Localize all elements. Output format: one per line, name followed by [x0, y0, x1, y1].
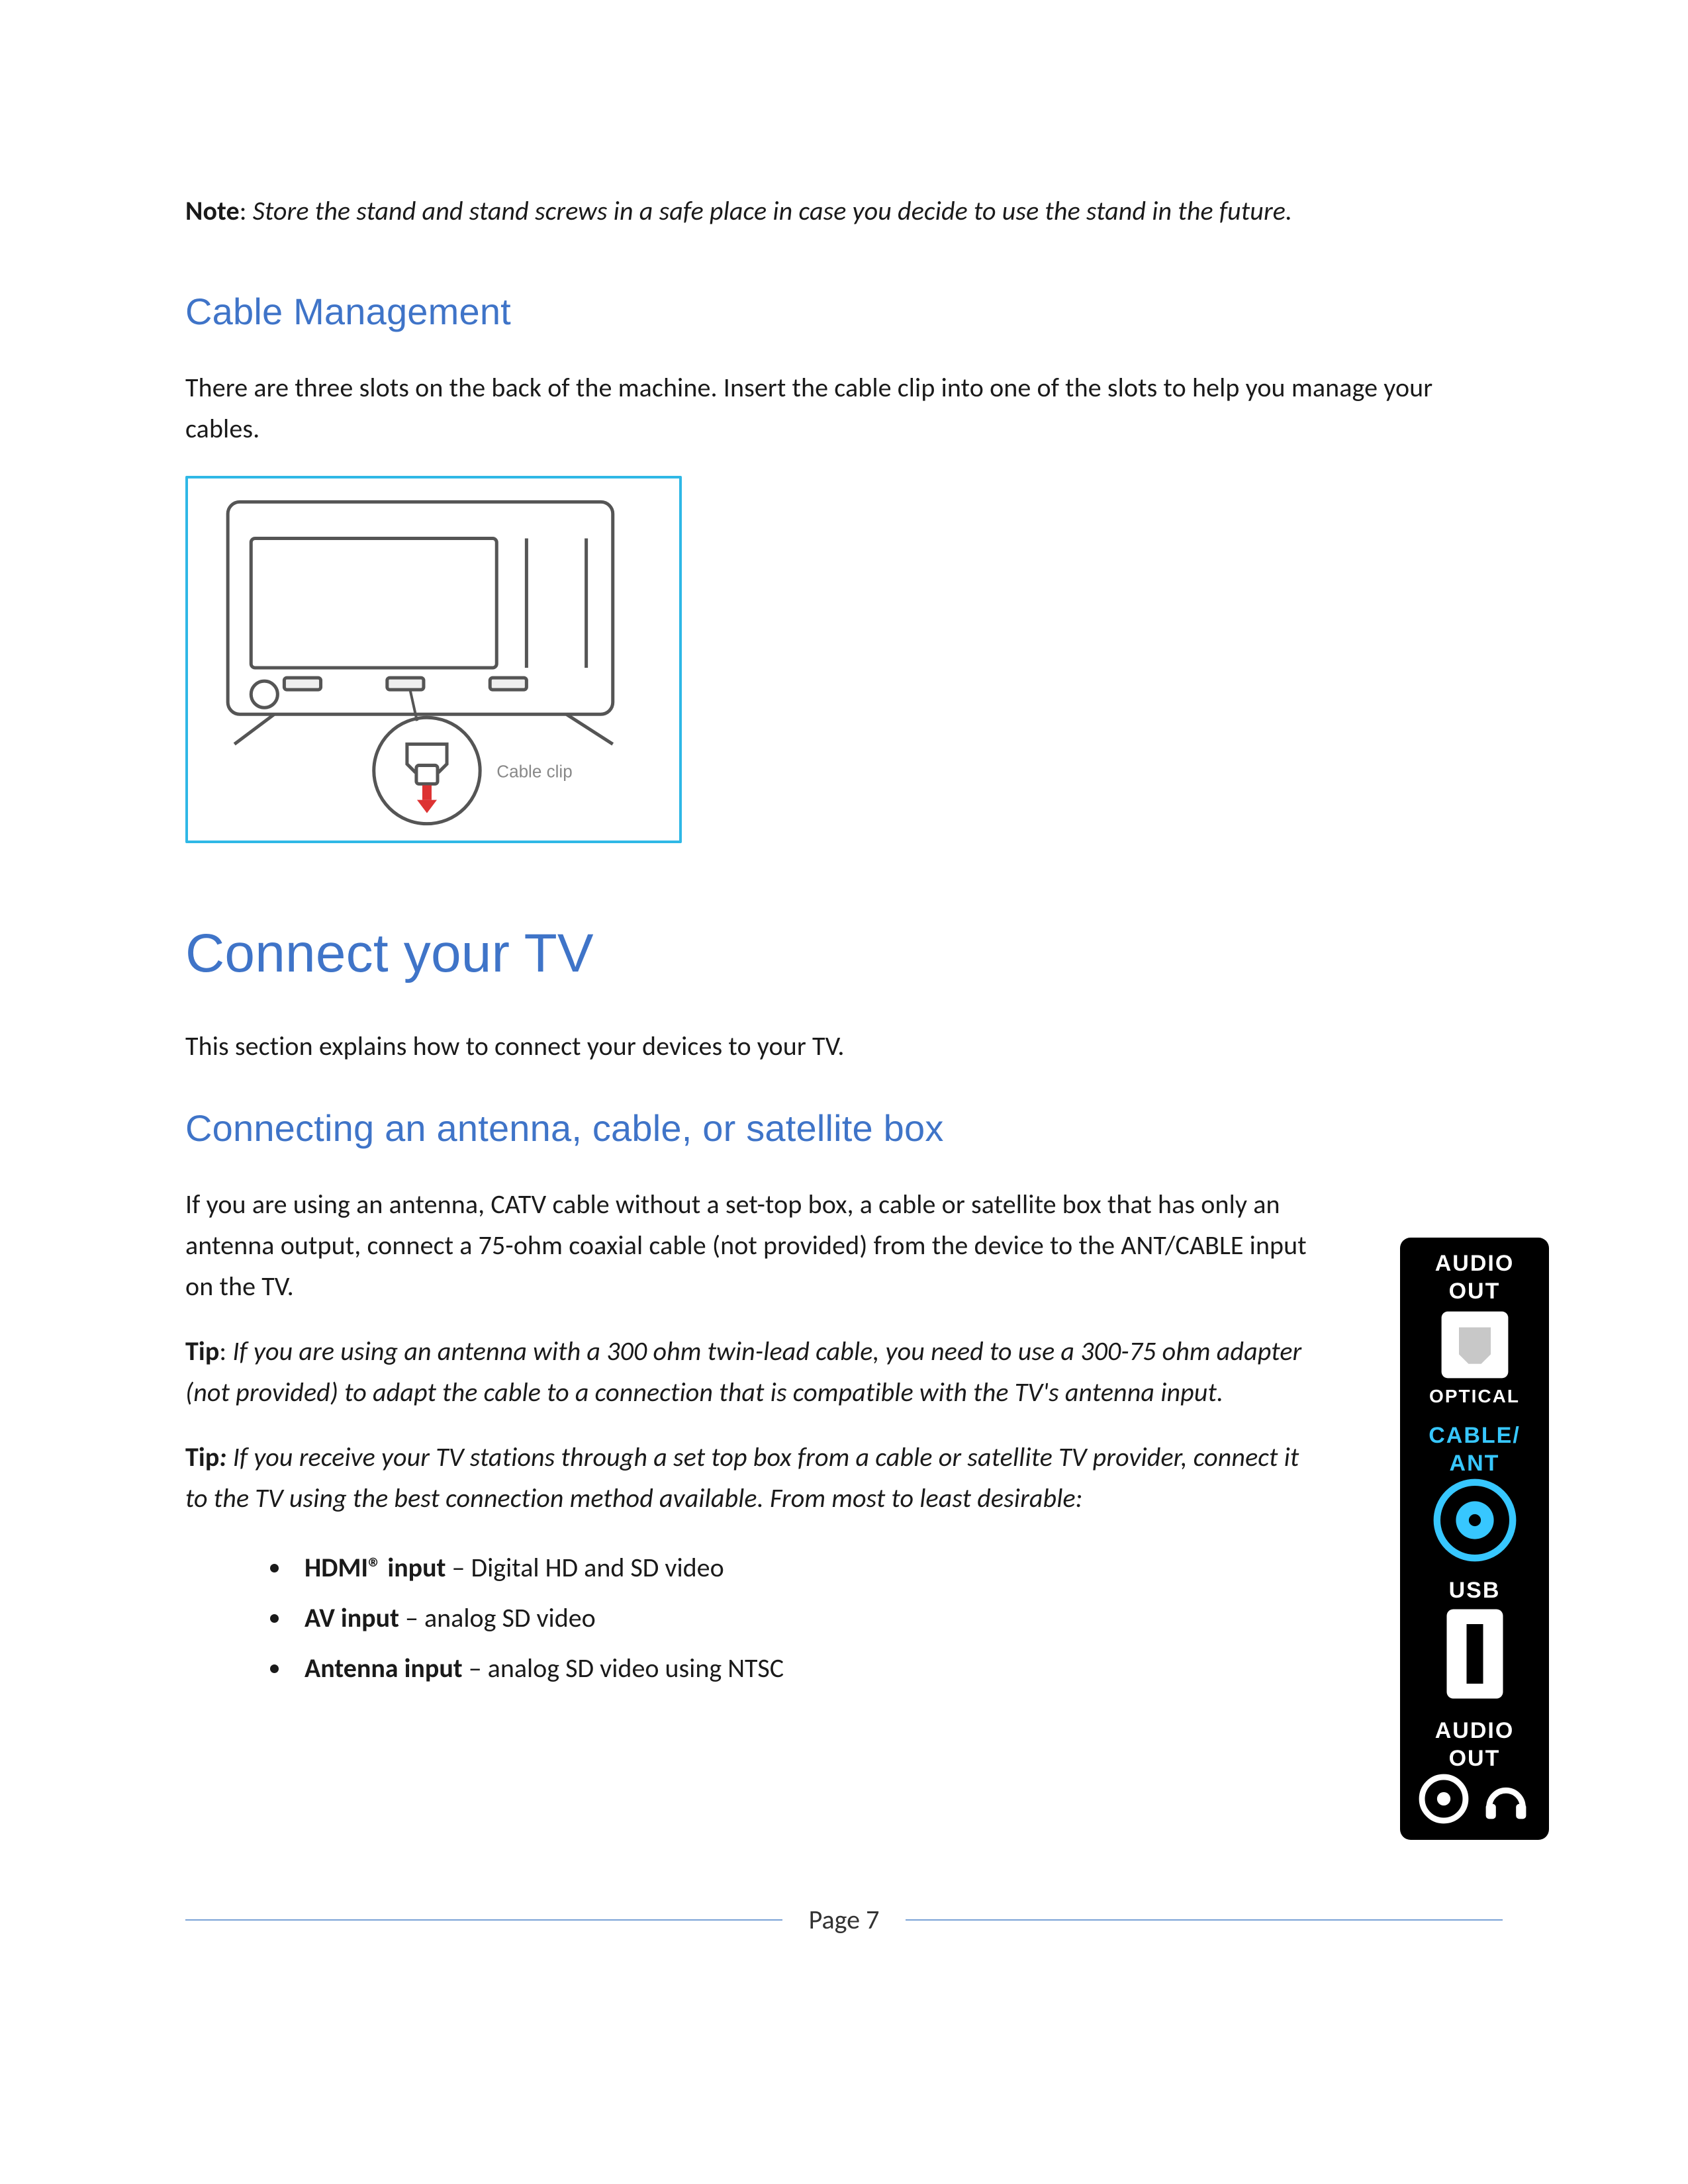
tip2-label: Tip [185, 1441, 219, 1473]
list-item: Antenna input – analog SD video using NT… [291, 1643, 1503, 1694]
port-label-audio-out-bottom-2: OUT [1449, 1747, 1501, 1770]
port-label-audio-out: AUDIO [1435, 1252, 1515, 1275]
tip-2: Tip: If you receive your TV stations thr… [185, 1437, 1311, 1519]
footer-rule-left [185, 1919, 782, 1921]
bullet-rest: – Digital HD and SD video [445, 1551, 724, 1584]
tip-1: Tip: If you are using an antenna with a … [185, 1331, 1311, 1413]
port-label-audio-out-2: OUT [1449, 1280, 1501, 1302]
note-colon: : [240, 195, 253, 227]
cable-management-body: There are three slots on the back of the… [185, 367, 1503, 449]
cable-clip-diagram: Cable clip [185, 476, 682, 843]
usb-port-icon [1419, 1604, 1531, 1704]
page-number: Page 7 [809, 1903, 880, 1936]
port-label-cable: CABLE/ [1429, 1424, 1521, 1447]
heading-cable-management: Cable Management [185, 290, 1503, 333]
port-label-usb: USB [1449, 1579, 1501, 1602]
headphone-icon [1481, 1772, 1531, 1825]
tip1-text: If you are using an antenna with a 300 o… [185, 1335, 1301, 1408]
port-label-audio-out-bottom: AUDIO [1435, 1719, 1515, 1742]
tip1-label: Tip [185, 1335, 219, 1367]
footer-rule-right [906, 1919, 1503, 1921]
page: Note: Store the stand and stand screws i… [0, 0, 1688, 2184]
list-item: HDMI® input – Digital HD and SD video [291, 1543, 1503, 1593]
bullet-rest: – analog SD video using NTSC [463, 1652, 784, 1684]
note-text: Store the stand and stand screws in a sa… [253, 195, 1292, 227]
port-label-ant: ANT [1450, 1452, 1500, 1475]
diagram-caption: Cable clip [496, 761, 572, 781]
note-label: Note [185, 195, 240, 227]
connect-intro: This section explains how to connect you… [185, 1026, 1503, 1067]
audio-jack-icon [1419, 1772, 1469, 1825]
coax-port-icon [1419, 1477, 1531, 1563]
tip2-text: If you receive your TV stations through … [185, 1441, 1299, 1514]
antenna-body: If you are using an antenna, CATV cable … [185, 1184, 1311, 1307]
heading-connect-your-tv: Connect your TV [185, 923, 1503, 985]
heading-connecting-antenna: Connecting an antenna, cable, or satelli… [185, 1107, 1503, 1150]
tip2-colon: : [219, 1441, 232, 1473]
tip1-colon: : [219, 1335, 232, 1367]
connection-priority-list: HDMI® input – Digital HD and SD video AV… [185, 1543, 1503, 1694]
port-label-optical: OPTICAL [1429, 1387, 1520, 1406]
audio-out-icons [1419, 1772, 1531, 1825]
page-footer: Page 7 [185, 1903, 1503, 1936]
bullet-strong: AV input [305, 1602, 399, 1634]
bullet-strong: HDMI® input [305, 1551, 445, 1584]
bullet-rest: – analog SD video [399, 1602, 596, 1634]
tv-port-panel: AUDIO OUT OPTICAL CABLE/ ANT USB [1400, 1238, 1549, 1840]
list-item: AV input – analog SD video [291, 1593, 1503, 1643]
optical-port-icon [1419, 1305, 1531, 1385]
bullet-strong: Antenna input [305, 1652, 463, 1684]
note-paragraph: Note: Store the stand and stand screws i… [185, 192, 1503, 230]
